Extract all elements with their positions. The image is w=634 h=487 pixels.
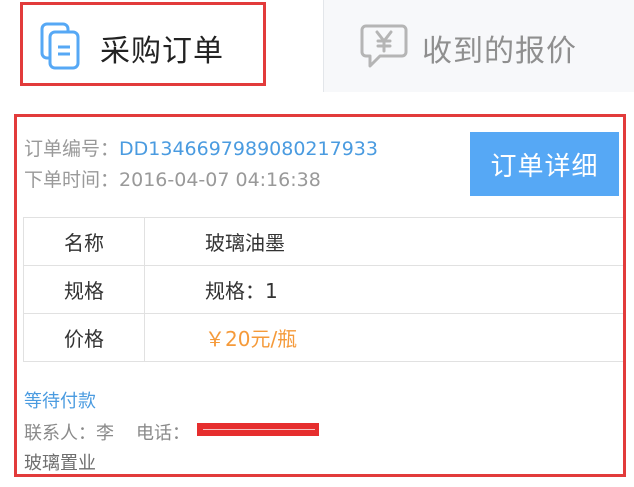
tab-quotes-label: 收到的报价	[422, 34, 577, 69]
contact-line: 联系人：李 电话：	[24, 419, 190, 445]
company-name: 玻璃置业	[24, 453, 96, 474]
order-number-line: 订单编号：DD1346697989080217933	[24, 134, 378, 161]
order-spec-table: 名称 玻璃油墨 规格 规格：1 价格 ￥20元/瓶	[23, 217, 623, 362]
tab-purchase-label: 采购订单	[100, 34, 224, 69]
row-key-spec: 规格	[23, 265, 145, 314]
order-time-line: 下单时间：2016-04-07 04:16:38	[24, 165, 321, 192]
row-value-price: ￥20元/瓶	[144, 313, 623, 362]
row-value-name: 玻璃油墨	[144, 217, 623, 266]
row-key-name: 名称	[23, 217, 145, 266]
yen-chat-bubble-icon	[360, 24, 408, 68]
document-list-icon	[40, 22, 80, 70]
order-number-label: 订单编号：	[24, 138, 120, 160]
table-row: 价格 ￥20元/瓶	[23, 313, 623, 362]
tab-purchase-orders[interactable]: 采购订单	[0, 0, 323, 92]
tab-bar: 采购订单 收到的报价	[0, 0, 634, 92]
order-status-link[interactable]: 等待付款	[24, 387, 96, 413]
order-card: 订单编号：DD1346697989080217933 下单时间：2016-04-…	[14, 114, 626, 477]
table-row: 规格 规格：1	[23, 265, 623, 314]
order-time-value: 2016-04-07 04:16:38	[119, 169, 321, 191]
contact-label: 联系人：	[24, 423, 96, 444]
order-detail-button[interactable]: 订单详细	[470, 132, 619, 196]
phone-label: 电话：	[136, 423, 190, 444]
row-key-price: 价格	[23, 313, 145, 362]
redacted-phone-number	[197, 423, 319, 436]
order-number-value[interactable]: DD1346697989080217933	[119, 138, 378, 160]
row-value-spec: 规格：1	[144, 265, 623, 314]
tab-received-quotes[interactable]: 收到的报价	[323, 0, 634, 92]
table-row: 名称 玻璃油墨	[23, 217, 623, 266]
contact-name: 李	[96, 423, 114, 444]
order-time-label: 下单时间：	[24, 169, 120, 191]
